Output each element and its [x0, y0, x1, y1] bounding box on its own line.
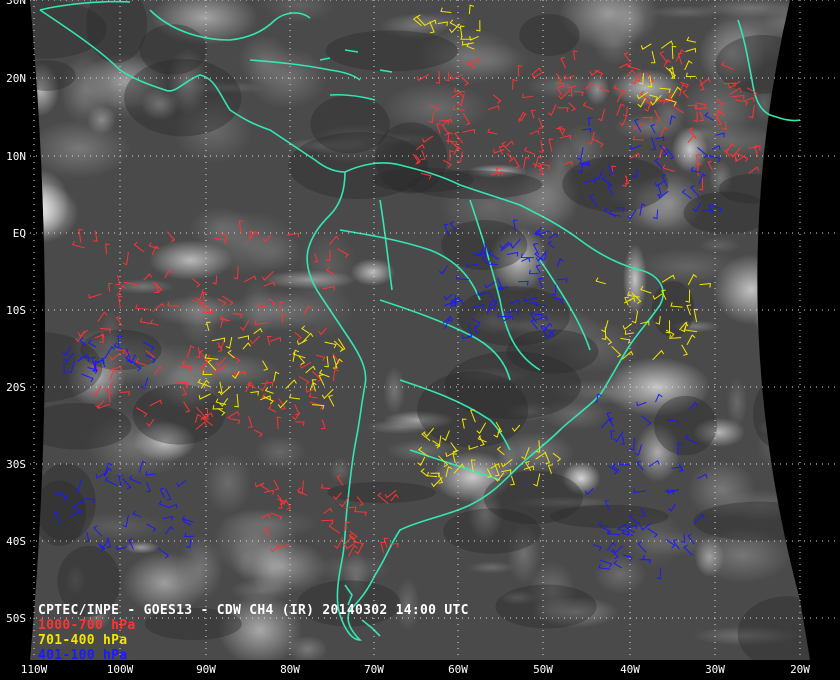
longitude-label: 20W: [790, 663, 810, 676]
latitude-label: EQ: [13, 227, 26, 240]
longitude-label: 100W: [107, 663, 134, 676]
longitude-label: 80W: [280, 663, 300, 676]
latitude-label: 20S: [6, 381, 26, 394]
longitude-label: 30W: [705, 663, 725, 676]
latitude-label: 30N: [6, 0, 26, 7]
satellite-imagery: [30, 0, 810, 660]
latitude-label: 50S: [6, 612, 26, 625]
legend-low-level: 1000-700 hPa: [38, 618, 136, 633]
latitude-label: 10N: [6, 150, 26, 163]
legend-mid-level: 701-400 hPa: [38, 633, 128, 648]
legend-high-level: 401-100 hPa: [38, 648, 128, 663]
satellite-map: 30N 20N 10N EQ 10S 20S 30S 40S 50S 110W 100W 90W 80…: [0, 0, 840, 680]
latitude-label: 10S: [6, 304, 26, 317]
longitude-label: 70W: [364, 663, 384, 676]
latitude-label: 20N: [6, 72, 26, 85]
latitude-label: 40S: [6, 535, 26, 548]
longitude-label: 60W: [448, 663, 468, 676]
longitude-label: 40W: [620, 663, 640, 676]
longitude-label: 110W: [21, 663, 48, 676]
longitude-label: 90W: [196, 663, 216, 676]
image-title: CPTEC/INPE - GOES13 - CDW CH4 (IR) 20140…: [38, 603, 469, 618]
longitude-label: 50W: [533, 663, 553, 676]
latitude-label: 30S: [6, 458, 26, 471]
